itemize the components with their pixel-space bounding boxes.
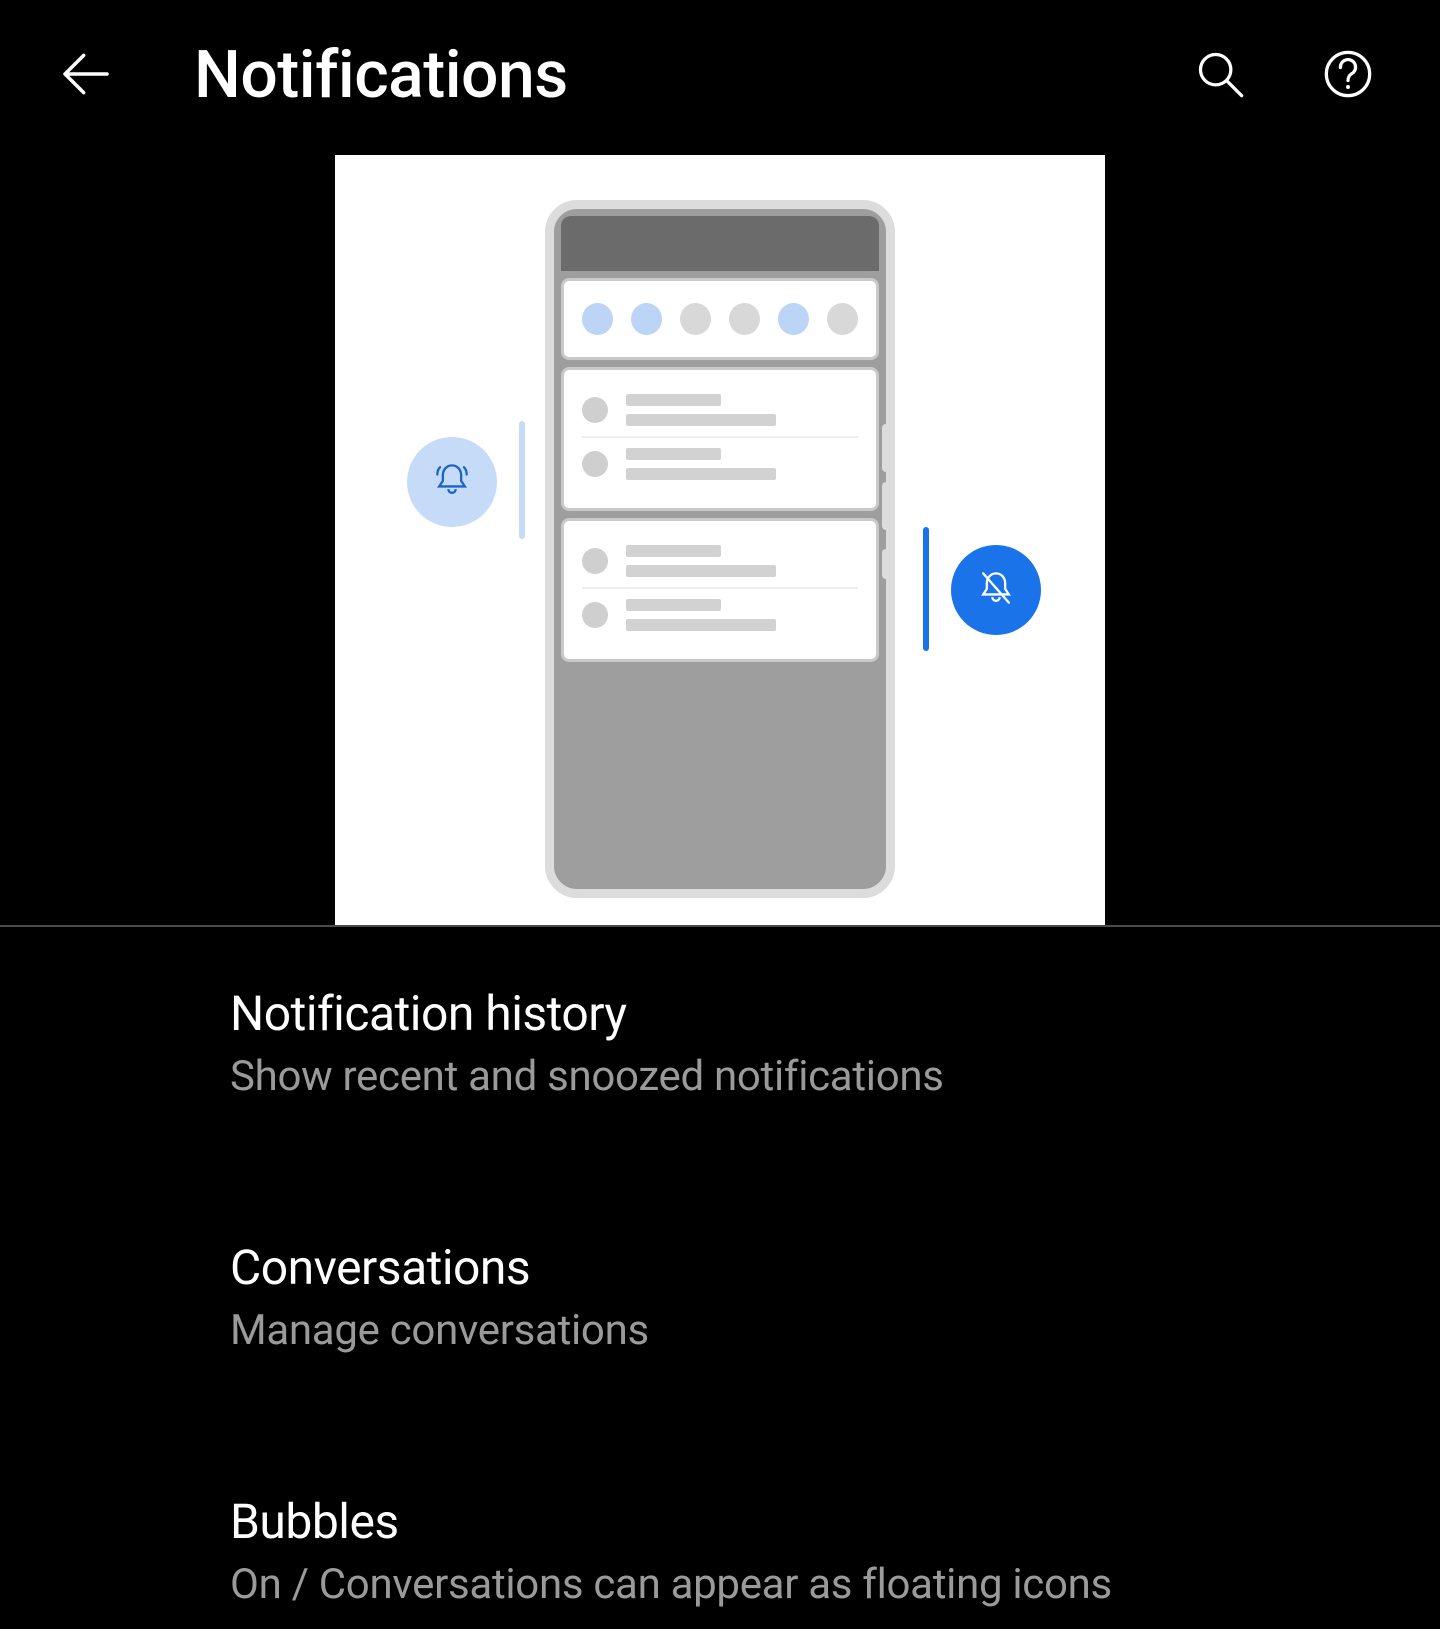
phone-mock — [545, 200, 895, 898]
text-placeholder — [626, 394, 721, 406]
notification-card — [561, 518, 879, 662]
text-placeholder — [626, 599, 721, 611]
qs-toggle — [778, 303, 809, 335]
notification-lines — [626, 545, 776, 577]
help-button[interactable] — [1304, 31, 1392, 119]
qs-toggle — [582, 303, 613, 335]
back-button[interactable] — [50, 39, 122, 111]
phone-statusbar — [561, 216, 879, 271]
qs-toggle — [729, 303, 760, 335]
notification-row — [582, 535, 858, 587]
setting-subtitle: Show recent and snoozed notifications — [230, 1052, 1380, 1101]
notification-row — [582, 436, 858, 490]
text-placeholder — [626, 414, 776, 426]
setting-title: Conversations — [230, 1239, 1380, 1296]
app-bar: Notifications — [0, 0, 1440, 150]
notification-avatar — [582, 451, 608, 477]
settings-list: Notification history Show recent and sno… — [0, 927, 1440, 1629]
text-placeholder — [626, 448, 721, 460]
setting-subtitle: On / Conversations can appear as floatin… — [230, 1560, 1380, 1609]
page-title: Notifications — [194, 37, 568, 114]
notification-avatar — [582, 602, 608, 628]
notification-lines — [626, 394, 776, 426]
notification-row — [582, 587, 858, 641]
quick-settings-row — [561, 278, 879, 360]
arrow-left-icon — [58, 46, 114, 105]
setting-bubbles[interactable]: Bubbles On / Conversations can appear as… — [230, 1435, 1380, 1629]
phone-side-button — [882, 482, 891, 530]
text-placeholder — [626, 468, 776, 480]
text-placeholder — [626, 619, 776, 631]
search-button[interactable] — [1176, 31, 1264, 119]
bell-ringing-icon — [430, 458, 474, 506]
help-icon — [1322, 48, 1374, 103]
phone-side-button — [882, 424, 891, 472]
phone-side-button — [882, 549, 891, 579]
setting-subtitle: Manage conversations — [230, 1306, 1380, 1355]
qs-toggle — [680, 303, 711, 335]
notification-row — [582, 384, 858, 436]
setting-notification-history[interactable]: Notification history Show recent and sno… — [230, 927, 1380, 1121]
qs-toggle — [827, 303, 858, 335]
qs-toggle — [631, 303, 662, 335]
bell-off-icon — [974, 566, 1018, 614]
phone-content — [561, 271, 879, 662]
setting-conversations[interactable]: Conversations Manage conversations — [230, 1181, 1380, 1375]
text-placeholder — [626, 545, 721, 557]
text-placeholder — [626, 565, 776, 577]
bell-off-badge — [951, 545, 1041, 635]
hero-illustration — [335, 155, 1105, 925]
setting-title: Notification history — [230, 985, 1380, 1042]
notification-avatar — [582, 548, 608, 574]
notification-avatar — [582, 397, 608, 423]
notification-card — [561, 367, 879, 511]
left-accent-bar — [519, 421, 525, 539]
search-icon — [1194, 48, 1246, 103]
bell-ringing-badge — [407, 437, 497, 527]
notification-lines — [626, 599, 776, 631]
setting-title: Bubbles — [230, 1493, 1380, 1550]
notification-lines — [626, 448, 776, 480]
right-accent-bar — [923, 527, 929, 651]
